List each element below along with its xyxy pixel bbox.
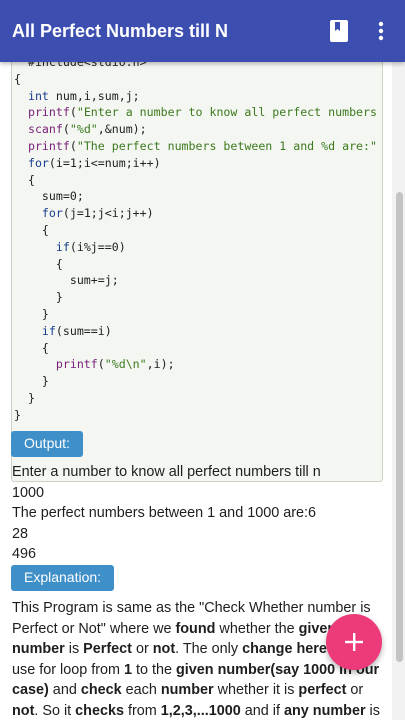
more-vert-icon — [378, 21, 384, 41]
code-line: printf("Enter a number to know all perfe… — [27, 105, 377, 120]
output-label: Output: — [11, 431, 83, 457]
code-line: int num,i,sum,j; — [27, 88, 140, 103]
code-line: scanf("%d",&num); — [27, 122, 147, 137]
code-line: { — [14, 340, 49, 355]
code-line: for(j=1;j<i;j++) — [41, 206, 154, 221]
code-line: { — [14, 256, 63, 271]
code-block: #include<stdio.h> { int num,i,sum,j; prin… — [11, 62, 383, 482]
plus-icon — [345, 633, 363, 651]
output-text: Enter a number to know all perfect numbe… — [12, 462, 384, 565]
output-line: The perfect numbers between 1 and 1000 a… — [12, 505, 317, 521]
code-line: #include<stdio.h> — [14, 62, 147, 69]
moon-icon — [288, 22, 298, 40]
code-line: printf("%d\n",i); — [55, 357, 175, 372]
output-line: 496 — [12, 546, 37, 562]
add-fab-button[interactable] — [326, 614, 382, 670]
code-line: } — [14, 374, 49, 389]
code-text: #include<stdio.h> { int num,i,sum,j; prin… — [12, 62, 382, 424]
bookmark-button[interactable] — [317, 0, 361, 62]
page-title: All Perfect Numbers till N — [12, 20, 229, 41]
code-line: sum=0; — [14, 189, 84, 204]
code-line: { — [14, 222, 49, 237]
explanation-text: This Program is same as the "Check Wheth… — [12, 600, 380, 719]
scrollbar-thumb[interactable] — [396, 192, 403, 662]
output-line: Enter a number to know all perfect numbe… — [12, 464, 321, 480]
bookmark-icon — [330, 20, 348, 42]
output-line: 1000 — [12, 484, 45, 501]
code-line: printf("The perfect numbers between 1 an… — [27, 138, 377, 153]
code-line: for(i=1;i<=num;i++) — [27, 155, 161, 170]
code-line: } — [14, 306, 49, 321]
theme-toggle-button[interactable] — [273, 0, 317, 62]
code-line: } — [14, 407, 21, 422]
code-line: { — [14, 71, 21, 86]
output-line: 28 — [12, 525, 29, 542]
code-line: if(sum==i) — [41, 323, 112, 338]
code-line: if(i%j==0) — [55, 239, 126, 254]
explanation-label: Explanation: — [11, 565, 115, 591]
code-line: } — [14, 390, 35, 405]
code-line: } — [14, 290, 63, 305]
code-line: { — [14, 172, 35, 187]
code-line: sum+=j; — [14, 273, 119, 288]
more-options-button[interactable] — [361, 0, 401, 62]
app-bar: All Perfect Numbers till N — [0, 0, 405, 62]
scrollbar-track[interactable] — [392, 62, 405, 720]
